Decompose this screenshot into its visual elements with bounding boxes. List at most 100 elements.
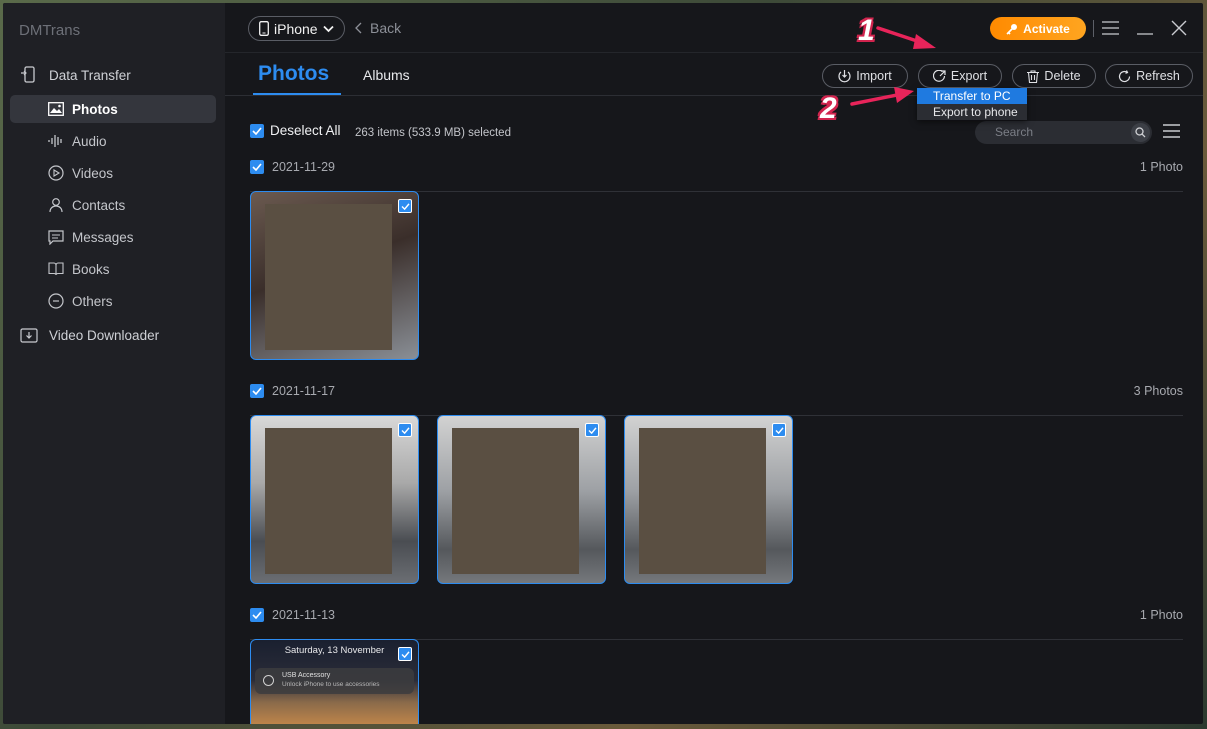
group-date: 2021-11-13 xyxy=(272,608,336,622)
close-button[interactable] xyxy=(1169,18,1189,38)
group-count: 1 Photo xyxy=(1139,160,1183,174)
redacted-area xyxy=(265,428,392,574)
photo-thumbnail[interactable]: Saturday, 13 November USB Accessory Unlo… xyxy=(250,639,419,724)
refresh-button[interactable]: Refresh xyxy=(1105,64,1193,88)
checkbox-icon xyxy=(250,123,264,138)
redacted-area xyxy=(265,204,392,350)
tab-photos[interactable]: Photos xyxy=(258,62,329,86)
hamburger-icon xyxy=(1101,21,1119,35)
activate-button[interactable]: Activate xyxy=(990,17,1086,40)
sidebar-video-downloader[interactable]: Video Downloader xyxy=(19,325,159,345)
sidebar-item-contacts[interactable]: Contacts xyxy=(10,191,216,219)
group-date: 2021-11-29 xyxy=(272,160,336,174)
sidebar-item-others[interactable]: Others xyxy=(10,287,216,315)
import-button[interactable]: Import xyxy=(822,64,908,88)
device-name: iPhone xyxy=(274,20,318,37)
list-view-icon[interactable] xyxy=(1163,124,1180,141)
group-checkbox[interactable] xyxy=(250,384,264,398)
search-icon[interactable] xyxy=(1131,123,1150,142)
menu-button[interactable] xyxy=(1100,18,1120,38)
tab-albums[interactable]: Albums xyxy=(363,67,410,83)
export-icon xyxy=(932,69,946,82)
sidebar-item-label: Audio xyxy=(72,133,107,149)
date-group-header: 2021-11-13 1 Photo xyxy=(250,605,1183,640)
group-checkbox[interactable] xyxy=(250,608,264,622)
photo-checkbox[interactable] xyxy=(398,647,412,661)
sidebar-item-photos[interactable]: Photos xyxy=(10,95,216,123)
device-selector[interactable]: iPhone xyxy=(248,16,345,41)
sidebar-item-messages[interactable]: Messages xyxy=(10,223,216,251)
menu-item-export-to-phone[interactable]: Export to phone xyxy=(917,104,1027,120)
import-icon xyxy=(838,69,851,82)
photo-thumbnail[interactable] xyxy=(250,415,419,584)
main-panel: iPhone Back Activate Photos Albums Impor… xyxy=(225,3,1203,724)
download-icon xyxy=(19,325,39,345)
tab-bar: Photos Albums Import Export Delete Refre… xyxy=(225,54,1203,96)
photo-checkbox[interactable] xyxy=(772,423,786,437)
export-menu: Transfer to PC Export to phone xyxy=(917,88,1027,120)
photo-checkbox[interactable] xyxy=(398,423,412,437)
messages-icon xyxy=(47,228,65,246)
import-label: Import xyxy=(856,69,892,83)
photo-checkbox[interactable] xyxy=(585,423,599,437)
group-date: 2021-11-17 xyxy=(272,384,336,398)
notification-title: USB Accessory xyxy=(282,672,331,679)
sidebar-item-label: Others xyxy=(72,293,113,309)
activate-label: Activate xyxy=(1023,21,1070,36)
date-group-header: 2021-11-29 1 Photo xyxy=(250,157,1183,192)
photo-thumbnail[interactable] xyxy=(250,191,419,360)
sidebar-item-videos[interactable]: Videos xyxy=(10,159,216,187)
sidebar-item-label: Videos xyxy=(72,165,114,181)
search-input[interactable]: Search xyxy=(975,121,1152,144)
refresh-icon xyxy=(1119,69,1131,82)
others-icon xyxy=(47,292,65,310)
refresh-label: Refresh xyxy=(1136,69,1180,83)
sidebar-data-transfer[interactable]: Data Transfer xyxy=(19,65,131,85)
date-group-header: 2021-11-17 3 Photos xyxy=(250,381,1183,416)
redacted-area xyxy=(639,428,766,574)
phone-transfer-icon xyxy=(19,65,39,85)
redacted-area xyxy=(452,428,579,574)
notification-body: Unlock iPhone to use accessories xyxy=(282,681,380,688)
sidebar: DMTrans Data Transfer Photos Audio Video… xyxy=(3,3,225,724)
photo-checkbox[interactable] xyxy=(398,199,412,213)
phone-icon xyxy=(259,21,269,36)
sidebar-item-label: Books xyxy=(72,261,110,277)
delete-label: Delete xyxy=(1044,69,1081,83)
photo-thumbnail[interactable] xyxy=(624,415,793,584)
deselect-all-toggle[interactable]: Deselect All xyxy=(250,123,341,138)
menu-item-transfer-to-pc[interactable]: Transfer to PC xyxy=(917,88,1027,104)
info-icon xyxy=(263,675,274,686)
group-checkbox[interactable] xyxy=(250,160,264,174)
key-icon xyxy=(1006,23,1018,35)
annotation-step-1: 1 xyxy=(858,14,875,47)
close-icon xyxy=(1171,20,1187,36)
group-count: 1 Photo xyxy=(1139,608,1183,622)
delete-button[interactable]: Delete xyxy=(1012,64,1096,88)
minimize-button[interactable] xyxy=(1135,18,1155,38)
app-brand: DMTrans xyxy=(19,22,81,39)
sidebar-item-audio[interactable]: Audio xyxy=(10,127,216,155)
chevron-left-icon xyxy=(355,22,362,34)
tab-active-indicator xyxy=(253,93,341,95)
annotation-arrow-2 xyxy=(850,87,914,106)
trash-icon xyxy=(1027,69,1040,83)
sidebar-item-books[interactable]: Books xyxy=(10,255,216,283)
annotation-arrow-1 xyxy=(876,26,936,49)
app-window: DMTrans Data Transfer Photos Audio Video… xyxy=(3,3,1203,724)
back-label: Back xyxy=(370,20,402,36)
export-button[interactable]: Export xyxy=(918,64,1002,88)
group-count: 3 Photos xyxy=(1133,384,1183,398)
audio-icon xyxy=(47,132,65,150)
back-button[interactable]: Back xyxy=(355,20,401,36)
minimize-icon xyxy=(1137,33,1153,35)
photo-thumbnail[interactable] xyxy=(437,415,606,584)
export-label: Export xyxy=(950,69,988,83)
deselect-all-label: Deselect All xyxy=(270,123,341,138)
contacts-icon xyxy=(47,196,65,214)
photo-icon xyxy=(47,100,65,118)
sidebar-item-label: Photos xyxy=(72,101,118,117)
lockscreen-notification: USB Accessory Unlock iPhone to use acces… xyxy=(255,668,414,694)
sidebar-item-label: Messages xyxy=(72,229,134,245)
sidebar-item-label: Contacts xyxy=(72,197,126,213)
